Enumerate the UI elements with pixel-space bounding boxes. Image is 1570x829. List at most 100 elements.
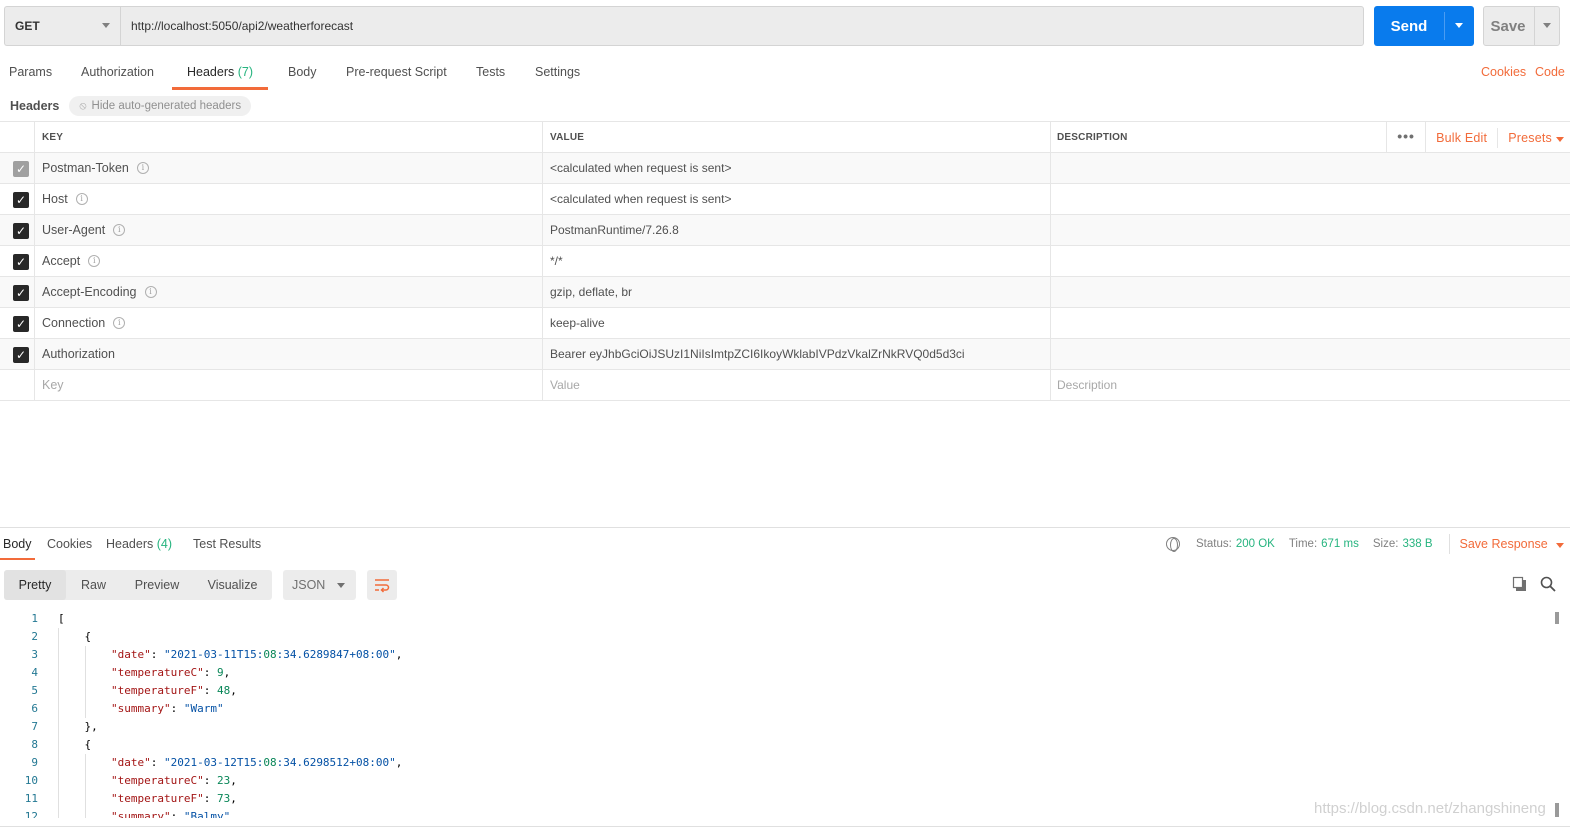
scrollbar-thumb-top[interactable] [1555, 612, 1559, 624]
more-options-icon[interactable]: ••• [1386, 122, 1427, 153]
tab-body[interactable]: Body [288, 58, 317, 90]
checkbox-checked-icon[interactable]: ✓ [13, 347, 29, 363]
wrap-lines-button[interactable] [367, 570, 397, 600]
checkbox-checked-icon[interactable]: ✓ [13, 316, 29, 332]
info-icon: i [75, 193, 88, 205]
save-button[interactable]: Save [1483, 6, 1560, 46]
line-number: 1 [31, 612, 38, 625]
code-text: "temperatureC": 23, [110, 774, 237, 787]
header-value: gzip, deflate, br [550, 285, 633, 299]
cookies-link[interactable]: Cookies [1481, 58, 1526, 86]
code-text: "date": "2021-03-11T15:08:34.6289847+08:… [110, 648, 403, 661]
copy-icon[interactable] [1512, 576, 1528, 592]
code-link[interactable]: Code [1535, 58, 1565, 86]
method-select[interactable]: GET [4, 6, 120, 46]
table-row: ✓ Host i <calculated when request is sent… [0, 184, 1570, 215]
format-select[interactable]: JSON [283, 570, 356, 600]
header-value-cell[interactable]: keep-alive [543, 308, 1051, 338]
header-value-cell[interactable]: PostmanRuntime/7.26.8 [543, 215, 1051, 245]
view-pretty[interactable]: Pretty [4, 570, 66, 600]
presets-dropdown[interactable]: Presets [1498, 131, 1570, 145]
tab-headers[interactable]: Headers (7) [171, 58, 269, 90]
line-number: 6 [31, 702, 38, 715]
table-row: ✓ Connection i keep-alive [0, 308, 1570, 339]
globe-icon[interactable] [1166, 537, 1180, 552]
response-body-viewer[interactable]: 1[2 {3 "date": "2021-03-11T15:08:34.6289… [0, 610, 1550, 818]
new-key-input[interactable]: Key [35, 370, 543, 400]
tab-response-body[interactable]: Body [0, 528, 34, 560]
header-value-cell[interactable]: <calculated when request is sent> [543, 184, 1051, 214]
header-key-cell[interactable]: Authorization [35, 339, 543, 369]
header-key: Connection [42, 316, 106, 330]
new-description-input[interactable]: Description [1051, 370, 1570, 400]
eye-off-icon: ⦸ [79, 99, 87, 112]
code-line: 2 { [0, 628, 1550, 646]
view-preview[interactable]: Preview [121, 570, 193, 600]
header-key-cell[interactable]: Postman-Token i [35, 153, 543, 183]
line-number: 4 [31, 666, 38, 679]
header-value-cell[interactable]: Bearer eyJhbGciOiJSUzI1NiIsImtpZCI6IkoyW… [543, 339, 1051, 369]
tab-settings[interactable]: Settings [535, 58, 580, 90]
search-icon[interactable] [1540, 576, 1556, 592]
header-value-cell[interactable]: gzip, deflate, br [543, 277, 1051, 307]
size-value[interactable]: 338 B [1402, 538, 1432, 550]
url-input[interactable]: http://localhost:5050/api2/weatherforeca… [120, 6, 1364, 46]
line-number: 3 [31, 648, 38, 661]
row-check-cell [0, 370, 35, 400]
scrollbar-thumb-bottom[interactable] [1555, 803, 1559, 817]
code-line: 9 "date": "2021-03-12T15:08:34.6298512+0… [0, 754, 1550, 772]
view-visualize[interactable]: Visualize [193, 570, 272, 600]
header-key-cell[interactable]: Host i [35, 184, 543, 214]
header-value-cell[interactable]: */* [543, 246, 1051, 276]
checkbox-checked-icon[interactable]: ✓ [13, 254, 29, 270]
header-value-cell[interactable]: <calculated when request is sent> [543, 153, 1051, 183]
save-dropdown-chevron-icon[interactable] [1534, 7, 1560, 45]
header-key-cell[interactable]: Accept i [35, 246, 543, 276]
column-description: DESCRIPTION ••• Bulk Edit Presets [1051, 122, 1570, 153]
save-response-dropdown[interactable]: Save Response [1460, 537, 1565, 551]
checkbox-checked-icon[interactable]: ✓ [13, 223, 29, 239]
tab-response-headers[interactable]: Headers (4) [106, 528, 172, 560]
chevron-down-icon [102, 23, 110, 28]
checkbox-checked-icon[interactable]: ✓ [13, 192, 29, 208]
view-raw[interactable]: Raw [66, 570, 121, 600]
header-value: */* [550, 254, 563, 268]
new-header-row: Key Value Description [0, 370, 1570, 401]
header-description-cell[interactable] [1051, 246, 1570, 276]
tab-response-cookies[interactable]: Cookies [47, 528, 92, 560]
header-description-cell[interactable] [1051, 184, 1570, 214]
line-number: 11 [24, 792, 38, 805]
header-value: Bearer eyJhbGciOiJSUzI1NiIsImtpZCI6IkoyW… [550, 347, 965, 361]
status-value[interactable]: 200 OK [1236, 538, 1275, 550]
header-description-cell[interactable] [1051, 277, 1570, 307]
save-label: Save [1490, 17, 1526, 35]
header-value: PostmanRuntime/7.26.8 [550, 223, 679, 237]
checkbox-checked-icon[interactable]: ✓ [13, 285, 29, 301]
response-view-bar: Pretty Raw Preview Visualize JSON [4, 570, 1564, 600]
send-dropdown-chevron-icon[interactable] [1445, 6, 1474, 46]
hide-auto-headers-button[interactable]: ⦸ Hide auto-generated headers [69, 96, 252, 116]
tab-prerequest-script[interactable]: Pre-request Script [346, 58, 447, 90]
bulk-edit-link[interactable]: Bulk Edit [1426, 127, 1499, 148]
time-value[interactable]: 671 ms [1321, 538, 1359, 550]
code-line: 5 "temperatureF": 48, [0, 682, 1550, 700]
tab-params[interactable]: Params [9, 58, 52, 90]
header-key-cell[interactable]: User-Agent i [35, 215, 543, 245]
code-text: "summary": "Warm" [110, 702, 224, 715]
header-description-cell[interactable] [1051, 215, 1570, 245]
header-description-cell[interactable] [1051, 153, 1570, 183]
line-number: 12 [24, 810, 38, 818]
header-key-cell[interactable]: Accept-Encoding i [35, 277, 543, 307]
tab-authorization[interactable]: Authorization [81, 58, 154, 90]
watermark: https://blog.csdn.net/zhangshineng [1314, 800, 1546, 817]
header-description-cell[interactable] [1051, 308, 1570, 338]
new-value-input[interactable]: Value [543, 370, 1051, 400]
send-button[interactable]: Send [1374, 6, 1474, 46]
info-icon: i [113, 317, 126, 329]
tab-test-results[interactable]: Test Results [193, 528, 261, 560]
code-text: "summary": "Balmy" [110, 810, 231, 818]
header-description-cell[interactable] [1051, 339, 1570, 369]
column-value: VALUE [543, 122, 1051, 152]
tab-tests[interactable]: Tests [476, 58, 505, 90]
header-key-cell[interactable]: Connection i [35, 308, 543, 338]
